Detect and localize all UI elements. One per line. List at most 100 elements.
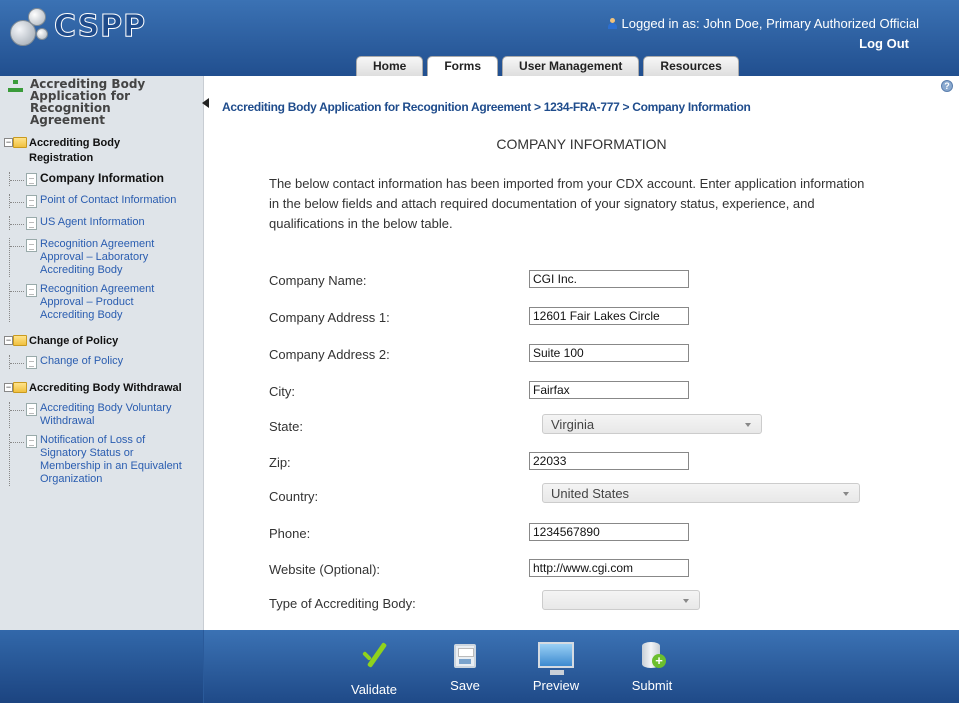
help-icon[interactable]: ?: [941, 80, 953, 92]
logo-text: CSPP: [53, 8, 147, 44]
country-label: Country:: [269, 489, 319, 504]
logout-link[interactable]: Log Out: [859, 36, 909, 51]
state-row: State: Virginia: [269, 414, 869, 436]
website-row: Website (Optional):: [269, 559, 869, 581]
validate-button[interactable]: Validate: [344, 638, 404, 700]
document-icon: [26, 403, 37, 416]
country-row: Country: United States: [269, 483, 869, 505]
zip-row: Zip:: [269, 452, 869, 474]
company-address-2-row: Company Address 2:: [269, 344, 869, 366]
website-input[interactable]: [529, 559, 689, 577]
action-toolbar: Validate Save Preview Submit: [0, 630, 959, 703]
save-label: Save: [450, 678, 480, 693]
save-icon: [454, 644, 476, 668]
tree-item-label: Recognition Agreement Approval – Laborat…: [40, 238, 155, 276]
check-icon: [356, 638, 392, 672]
form-tree: − Accrediting Body Registration Company …: [0, 136, 204, 486]
document-icon: [26, 217, 37, 230]
zip-label: Zip:: [269, 455, 291, 470]
cspp-logo[interactable]: CSPP: [8, 6, 146, 46]
preview-label: Preview: [532, 678, 580, 693]
accrediting-body-type-label: Type of Accrediting Body:: [269, 596, 416, 611]
company-address-2-label: Company Address 2:: [269, 347, 390, 362]
collapse-toggle-icon[interactable]: −: [4, 138, 13, 147]
submit-button[interactable]: Submit: [622, 638, 682, 700]
page-title: COMPANY INFORMATION: [496, 136, 667, 152]
chevron-down-icon: [683, 599, 689, 603]
tree-item-change-of-policy[interactable]: Change of Policy: [0, 355, 204, 369]
tree-item-label: Change of Policy: [40, 355, 124, 367]
city-input[interactable]: [529, 381, 689, 399]
tab-home[interactable]: Home: [356, 56, 424, 76]
chevron-down-icon: [843, 492, 849, 496]
city-label: City:: [269, 384, 295, 399]
tree-item-us-agent[interactable]: US Agent Information: [0, 216, 204, 230]
document-icon: [26, 195, 37, 208]
tree-item-point-of-contact[interactable]: Point of Contact Information: [0, 194, 204, 208]
footer-left-panel: [0, 630, 204, 703]
state-label: State:: [269, 419, 303, 434]
company-address-1-label: Company Address 1:: [269, 310, 390, 325]
tab-user-management[interactable]: User Management: [502, 56, 640, 76]
document-icon: [26, 239, 37, 252]
collapse-sidebar-arrow-icon[interactable]: [202, 98, 209, 108]
tab-resources[interactable]: Resources: [643, 56, 739, 76]
tree-item-label: US Agent Information: [40, 216, 145, 228]
tree-item-loss-of-signatory-status[interactable]: Notification of Loss of Signatory Status…: [0, 434, 204, 486]
accrediting-body-type-select[interactable]: [542, 590, 700, 610]
tree-item-laboratory-approval[interactable]: Recognition Agreement Approval – Laborat…: [0, 238, 204, 277]
company-name-input[interactable]: [529, 270, 689, 288]
tree-item-voluntary-withdrawal[interactable]: Accrediting Body Voluntary Withdrawal: [0, 402, 204, 428]
tab-forms[interactable]: Forms: [427, 56, 499, 76]
document-icon: [26, 173, 37, 186]
main-nav-tabs: Home Forms User Management Resources: [356, 56, 739, 76]
country-select[interactable]: United States: [542, 483, 860, 503]
tree-item-label: Point of Contact Information: [40, 194, 177, 206]
zip-input[interactable]: [529, 452, 689, 470]
logo-bubbles-icon: [8, 6, 52, 46]
database-add-icon: [642, 642, 666, 668]
company-address-1-row: Company Address 1:: [269, 307, 869, 329]
intro-text: The below contact information has been i…: [269, 176, 865, 231]
state-select[interactable]: Virginia: [542, 414, 762, 434]
city-row: City:: [269, 381, 869, 403]
tree-group-label: Accrediting Body Withdrawal: [29, 382, 182, 394]
document-icon: [26, 284, 37, 297]
tree-item-company-information[interactable]: Company Information: [0, 172, 204, 186]
sidebar-title: Accrediting Body Application for Recogni…: [8, 78, 180, 126]
tree-group-head[interactable]: − Accrediting Body Withdrawal: [0, 381, 204, 396]
tree-item-product-approval[interactable]: Recognition Agreement Approval – Product…: [0, 283, 204, 322]
breadcrumb[interactable]: Accrediting Body Application for Recogni…: [222, 100, 751, 114]
validate-label: Validate: [350, 682, 397, 697]
tree-item-label: Notification of Loss of Signatory Status…: [40, 434, 182, 485]
tree-group-change-of-policy: − Change of Policy Change of Policy: [0, 334, 204, 369]
submit-label: Submit: [631, 678, 673, 693]
folder-icon: [13, 382, 27, 393]
folder-icon: [13, 137, 27, 148]
tree-item-label: Company Information: [40, 171, 165, 185]
collapse-toggle-icon[interactable]: −: [4, 383, 13, 392]
phone-label: Phone:: [269, 526, 311, 541]
company-address-1-input[interactable]: [529, 307, 689, 325]
logged-in-text: Logged in as: John Doe, Primary Authoriz…: [621, 16, 919, 31]
tree-group-head[interactable]: − Change of Policy: [0, 334, 204, 349]
monitor-icon: [538, 642, 574, 675]
phone-row: Phone:: [269, 523, 869, 545]
document-icon: [26, 435, 37, 448]
folder-icon: [13, 335, 27, 346]
collapse-toggle-icon[interactable]: −: [4, 336, 13, 345]
tree-group-label: Accrediting Body Registration: [29, 137, 121, 164]
tree-item-label: Recognition Agreement Approval – Product…: [40, 283, 155, 321]
tree-group-head[interactable]: − Accrediting Body Registration: [0, 136, 204, 166]
save-button[interactable]: Save: [435, 638, 495, 700]
company-address-2-input[interactable]: [529, 344, 689, 362]
document-icon: [26, 356, 37, 369]
sitemap-icon: [8, 80, 24, 94]
company-name-label: Company Name:: [269, 273, 367, 288]
phone-input[interactable]: [529, 523, 689, 541]
preview-button[interactable]: Preview: [526, 638, 586, 700]
company-name-row: Company Name:: [269, 270, 869, 292]
tree-item-label: Accrediting Body Voluntary Withdrawal: [40, 402, 172, 427]
sidebar-title-text: Accrediting Body Application for Recogni…: [30, 77, 146, 127]
user-icon: [607, 18, 618, 29]
